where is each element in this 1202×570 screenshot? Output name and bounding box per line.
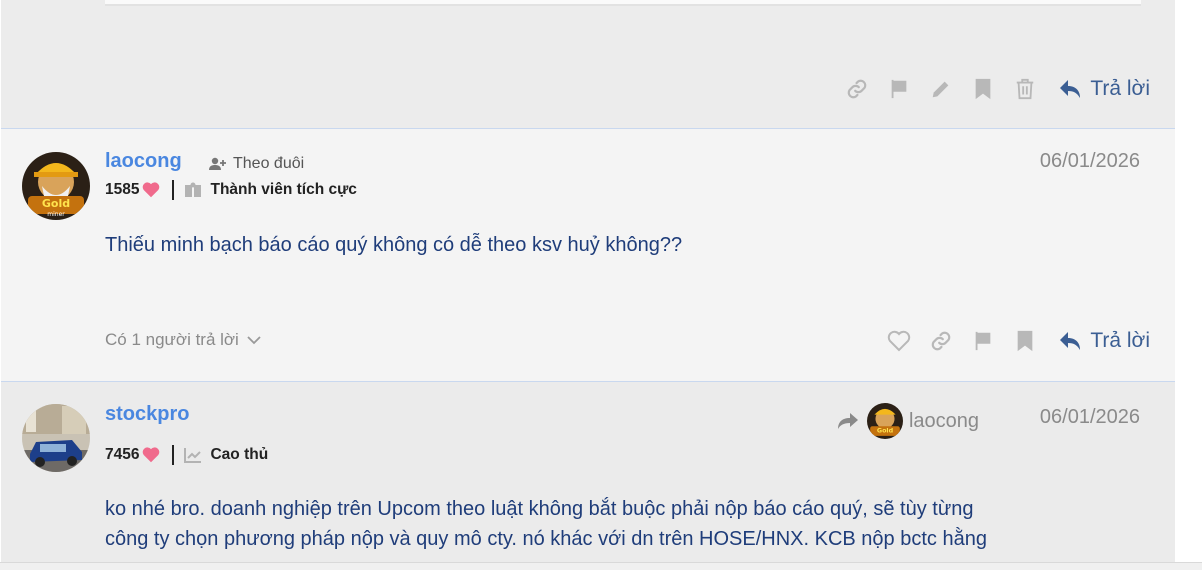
quoted-username: laocong bbox=[908, 409, 979, 432]
replies-toggle[interactable]: Có 1 người trả lời bbox=[105, 330, 261, 350]
flag-icon[interactable] bbox=[970, 328, 996, 354]
comment-actions: Trả lời bbox=[828, 76, 1150, 102]
user-points: 7456 bbox=[105, 446, 140, 463]
avatar[interactable]: Gold miner bbox=[22, 152, 90, 220]
heart-outline-icon[interactable] bbox=[886, 328, 912, 354]
username[interactable]: laocong bbox=[105, 150, 182, 173]
rank-book-icon bbox=[185, 182, 202, 197]
comment-text: Thiếu minh bạch báo cáo quý không có dễ … bbox=[105, 234, 683, 256]
user-meta: 7456 Cao thủ bbox=[105, 445, 268, 465]
share-arrow-icon bbox=[837, 413, 858, 429]
trash-icon[interactable] bbox=[1012, 76, 1038, 102]
link-icon[interactable] bbox=[844, 76, 870, 102]
reply-to[interactable]: Gold laocong bbox=[837, 403, 979, 439]
link-icon[interactable] bbox=[928, 328, 954, 354]
user-rank: Cao thủ bbox=[210, 446, 269, 463]
chart-line-icon bbox=[184, 448, 202, 463]
svg-text:Gold: Gold bbox=[42, 197, 70, 210]
reply-button[interactable]: Trả lời bbox=[1058, 329, 1150, 353]
chevron-down-icon bbox=[247, 336, 261, 345]
pencil-icon[interactable] bbox=[928, 76, 954, 102]
scrollbar[interactable] bbox=[1176, 0, 1202, 569]
post-date: 06/01/2026 bbox=[1039, 150, 1140, 172]
user-meta: 1585 Thành viên tích cực bbox=[105, 180, 357, 200]
comment-item: Gold miner laocong Theo đuôi 1585 Thành … bbox=[1, 128, 1175, 381]
quoted-avatar: Gold bbox=[866, 403, 903, 439]
comment-actions: Trả lời bbox=[870, 328, 1150, 354]
username[interactable]: stockpro bbox=[105, 403, 189, 426]
comment-text: ko nhé bro. doanh nghiệp trên Upcom theo… bbox=[105, 494, 1115, 554]
follow-button[interactable]: Theo đuôi bbox=[209, 155, 304, 173]
bookmark-icon[interactable] bbox=[1012, 328, 1038, 354]
user-plus-icon bbox=[209, 157, 226, 170]
follow-label: Theo đuôi bbox=[233, 155, 305, 172]
avatar[interactable] bbox=[22, 404, 90, 472]
post-date: 06/01/2026 bbox=[1039, 406, 1140, 428]
divider bbox=[172, 180, 175, 200]
comment-item: stockpro 7456 Cao thủ Gold laocong 06/01… bbox=[1, 381, 1175, 569]
heart-icon bbox=[143, 182, 160, 198]
heart-icon bbox=[143, 447, 160, 463]
user-points: 1585 bbox=[105, 181, 140, 198]
flag-icon[interactable] bbox=[886, 76, 912, 102]
divider bbox=[172, 445, 175, 465]
comment-feed: Trả lời Gold miner laocong Theo đuôi 158… bbox=[0, 0, 1176, 569]
svg-text:miner: miner bbox=[47, 211, 65, 218]
reply-label: Trả lời bbox=[1090, 77, 1150, 100]
reply-button[interactable]: Trả lời bbox=[1058, 77, 1150, 101]
bookmark-icon[interactable] bbox=[970, 76, 996, 102]
comment-item: Trả lời bbox=[1, 0, 1175, 129]
comment-line: công ty chọn phương pháp nộp và quy mô c… bbox=[105, 528, 987, 550]
comment-line: ko nhé bro. doanh nghiệp trên Upcom theo… bbox=[105, 498, 974, 520]
user-rank: Thành viên tích cực bbox=[210, 181, 357, 198]
svg-text:Gold: Gold bbox=[877, 428, 894, 435]
replies-label: Có 1 người trả lời bbox=[105, 330, 239, 349]
previous-content-box bbox=[105, 0, 1141, 6]
reply-label: Trả lời bbox=[1090, 329, 1150, 352]
